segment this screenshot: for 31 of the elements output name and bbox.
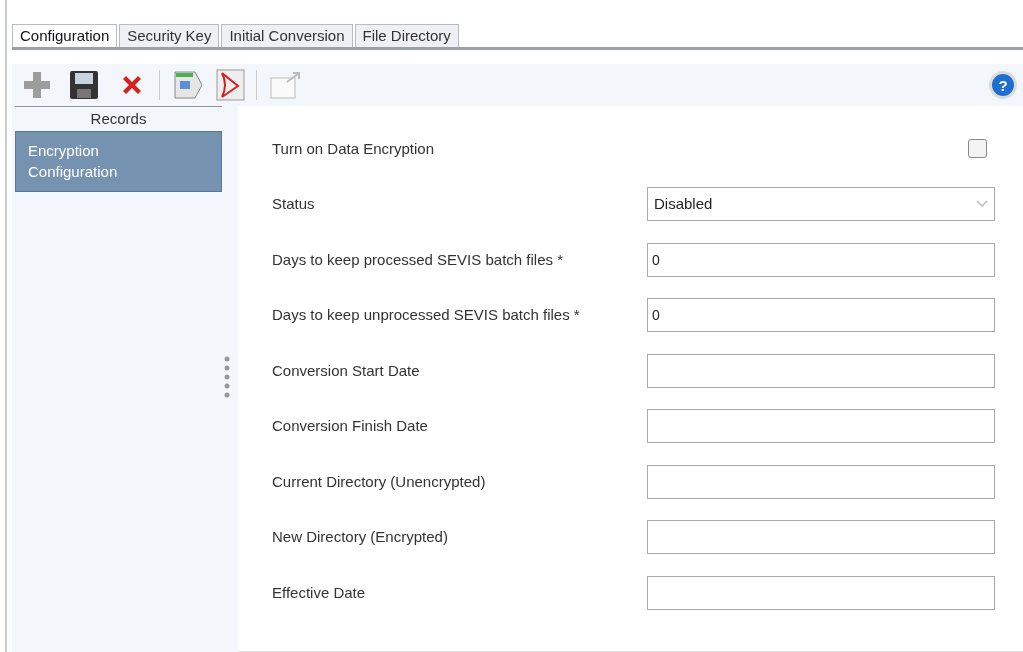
input-field[interactable] — [647, 575, 995, 610]
input-field[interactable]: 0 — [647, 298, 995, 333]
popout-icon[interactable] — [269, 70, 303, 100]
input-field[interactable] — [647, 409, 995, 444]
chevron-down-icon — [976, 200, 988, 209]
input-field[interactable] — [647, 353, 995, 388]
input-field[interactable] — [647, 520, 995, 555]
input-field[interactable] — [647, 464, 995, 499]
tab[interactable]: Security Key — [119, 24, 220, 47]
field-label: Effective Date — [272, 582, 367, 603]
dropdown-value: Disabled — [654, 194, 713, 214]
save-icon[interactable] — [69, 70, 99, 100]
add-icon[interactable] — [22, 70, 52, 100]
help-button[interactable]: ? — [989, 71, 1017, 99]
field-label: Days to keep processed SEVIS batch files * — [272, 249, 564, 270]
tab[interactable]: File Directory — [354, 24, 459, 47]
field-label: Conversion Start Date — [272, 360, 421, 381]
input-field[interactable]: 0 — [647, 242, 995, 277]
field-label: New Directory (Encrypted) — [272, 527, 449, 547]
tab[interactable]: Initial Conversion — [221, 24, 353, 47]
field-label: Days to keep unprocessed SEVIS batch files * — [272, 305, 581, 325]
pdf-icon[interactable] — [216, 69, 246, 101]
spreadsheet-export-icon[interactable] — [172, 69, 204, 101]
status-dropdown[interactable]: Disabled — [647, 187, 995, 222]
field-label: Current Directory (Unencrypted) — [272, 471, 487, 492]
tab[interactable]: Configuration — [12, 24, 118, 47]
field-label: Turn on Data Encryption — [272, 138, 436, 159]
checkbox[interactable] — [968, 139, 987, 159]
field-label: Conversion Finish Date — [272, 416, 429, 436]
field-label: Status — [272, 194, 316, 214]
sidebar-title: Records — [90, 110, 147, 127]
